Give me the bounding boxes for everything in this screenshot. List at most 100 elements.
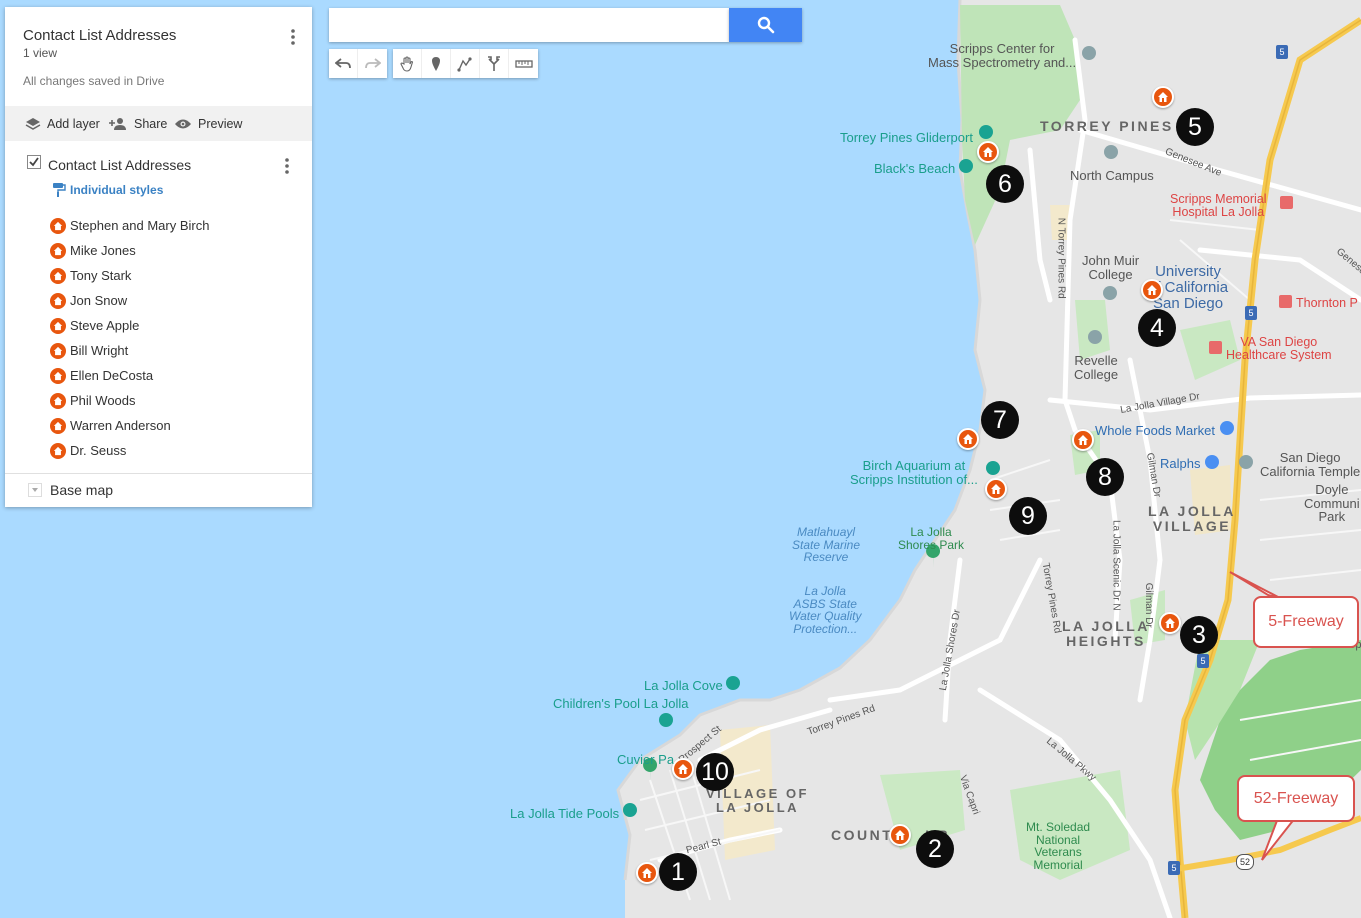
home-icon — [50, 217, 66, 234]
search-button[interactable] — [729, 8, 802, 42]
ruler-icon[interactable] — [509, 49, 538, 78]
search-icon — [757, 16, 774, 34]
save-status: All changes saved in Drive — [23, 74, 165, 88]
add-layer-button[interactable]: Add layer — [25, 106, 100, 141]
hand-icon[interactable] — [393, 49, 422, 78]
home-marker-icon[interactable] — [977, 141, 999, 163]
preview-label: Preview — [198, 116, 243, 131]
contact-item[interactable]: Steve Apple — [50, 313, 209, 338]
contact-item[interactable]: Stephen and Mary Birch — [50, 213, 209, 238]
contact-item[interactable]: Ellen DeCosta — [50, 363, 209, 388]
home-marker-icon[interactable] — [957, 428, 979, 450]
thornton-label: Thornton P — [1296, 296, 1358, 310]
la-jolla-heights-label: LA JOLLA HEIGHTS — [1062, 618, 1150, 649]
home-icon — [50, 342, 66, 359]
sr52-shield: 52 — [1236, 854, 1254, 870]
i5-shield: 5 — [1245, 306, 1257, 320]
village-la-jolla-label: VILLAGE OF LA JOLLA — [706, 786, 809, 815]
undo-icon[interactable] — [329, 49, 358, 78]
cuvier-label: Cuvier Pa — [617, 752, 675, 767]
number-marker-2: 2 — [916, 830, 954, 868]
callout-5-freeway: 5-Freeway — [1253, 596, 1359, 648]
contact-item[interactable]: Bill Wright — [50, 338, 209, 363]
home-marker-icon[interactable] — [1141, 279, 1163, 301]
number-marker-9: 9 — [1009, 497, 1047, 535]
contact-item[interactable]: Tony Stark — [50, 263, 209, 288]
callout-52-freeway: 52-Freeway — [1237, 775, 1355, 822]
history-toolbar — [329, 49, 387, 78]
home-icon — [50, 242, 66, 259]
redo-icon[interactable] — [358, 49, 387, 78]
contact-item[interactable]: Phil Woods — [50, 388, 209, 413]
divider — [5, 473, 312, 474]
contact-name: Bill Wright — [70, 343, 129, 358]
home-marker-icon[interactable] — [1152, 86, 1174, 108]
i5-shield: 5 — [1197, 654, 1209, 668]
base-map-toggle[interactable]: Base map — [28, 482, 113, 498]
number-marker-5: 5 — [1176, 108, 1214, 146]
share-label: Share — [134, 116, 168, 131]
base-map-label: Base map — [50, 482, 114, 498]
home-icon — [50, 417, 66, 434]
whole-foods-label: Whole Foods Market — [1095, 423, 1215, 438]
contact-item[interactable]: Mike Jones — [50, 238, 209, 263]
matlahuayl-label: Matlahuayl State Marine Reserve — [792, 525, 861, 565]
search-input[interactable] — [329, 8, 729, 42]
home-icon — [50, 317, 66, 334]
home-marker-icon[interactable] — [1072, 429, 1094, 451]
home-marker-icon[interactable] — [985, 478, 1007, 500]
eye-icon — [175, 119, 191, 128]
individual-styles-link[interactable]: Individual styles — [52, 182, 163, 198]
number-marker-10: 10 — [696, 753, 734, 791]
contact-name: Ellen DeCosta — [70, 368, 154, 383]
torrey-pines-label: TORREY PINES — [1040, 118, 1174, 134]
layer-title[interactable]: Contact List Addresses — [48, 157, 191, 173]
contact-name: Stephen and Mary Birch — [70, 218, 210, 233]
contact-name: Jon Snow — [70, 293, 128, 308]
contact-name: Steve Apple — [70, 318, 140, 333]
chevron-down-icon — [28, 483, 42, 497]
tide-pools-label: La Jolla Tide Pools — [510, 806, 620, 821]
panel-action-bar: Add layer Share Preview — [5, 106, 312, 141]
contact-item[interactable]: Warren Anderson — [50, 413, 209, 438]
home-marker-icon[interactable] — [1159, 612, 1181, 634]
la-jolla-cove-label: La Jolla Cove — [644, 678, 723, 693]
revelle-label: Revelle College — [1074, 353, 1119, 382]
home-marker-icon[interactable] — [636, 862, 658, 884]
contact-list: Stephen and Mary Birch Mike Jones Tony S… — [50, 213, 209, 463]
home-marker-icon[interactable] — [889, 824, 911, 846]
number-marker-3: 3 — [1180, 616, 1218, 654]
number-marker-7: 7 — [981, 401, 1019, 439]
more-options-icon[interactable] — [283, 27, 303, 47]
i5-shield: 5 — [1276, 45, 1288, 59]
draw-line-icon[interactable] — [451, 49, 480, 78]
layer-checkbox[interactable] — [27, 155, 41, 174]
directions-icon[interactable] — [480, 49, 509, 78]
share-button[interactable]: Share — [108, 106, 167, 141]
home-marker-icon[interactable] — [672, 758, 694, 780]
home-icon — [50, 267, 66, 284]
preview-button[interactable]: Preview — [174, 106, 242, 141]
contact-name: Warren Anderson — [70, 418, 171, 433]
john-muir-label: John Muir College — [1082, 253, 1140, 282]
number-marker-4: 4 — [1138, 309, 1176, 347]
contact-item[interactable]: Jon Snow — [50, 288, 209, 313]
doyle-park-label: Doyle Communi Park — [1304, 482, 1360, 525]
asbs-label: La Jolla ASBS State Water Quality Protec… — [789, 584, 862, 636]
contact-name: Mike Jones — [70, 243, 136, 258]
contact-name: Phil Woods — [70, 393, 136, 408]
paint-roller-icon — [53, 183, 66, 197]
layer-options-icon[interactable] — [277, 156, 297, 176]
map-legend-panel: Contact List Addresses 1 view All change… — [5, 7, 312, 507]
number-marker-1: 1 — [659, 853, 697, 891]
va-label: VA San Diego Healthcare System — [1226, 335, 1332, 363]
la-jolla-scenic-label: La Jolla Scenic Dr N — [1110, 519, 1122, 611]
number-marker-8: 8 — [1086, 458, 1124, 496]
gliderport-label: Torrey Pines Gliderport — [840, 130, 973, 145]
birch-aquarium-label: Birch Aquarium at Scripps Institution of… — [850, 458, 978, 487]
marker-icon[interactable] — [422, 49, 451, 78]
contact-item[interactable]: Dr. Seuss — [50, 438, 209, 463]
checkbox-checked-icon — [27, 155, 41, 169]
ralphs-label: Ralphs — [1160, 456, 1201, 471]
map-title[interactable]: Contact List Addresses — [23, 27, 176, 44]
